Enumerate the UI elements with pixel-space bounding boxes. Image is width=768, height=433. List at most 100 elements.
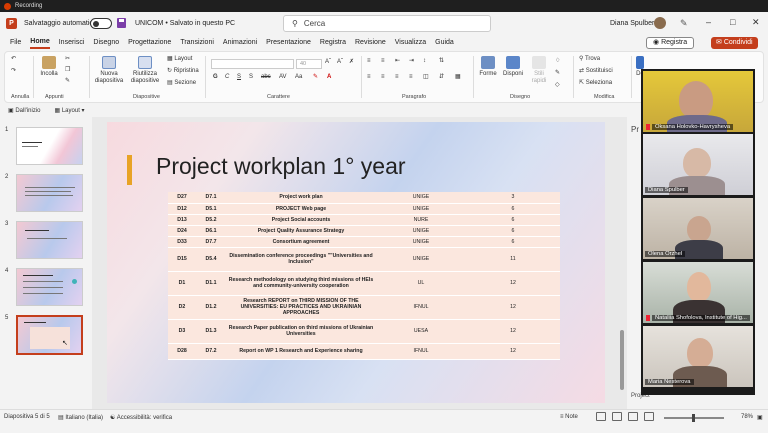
arrange-button[interactable]: Disponi — [501, 56, 525, 78]
section-button[interactable]: ▤ Sezione — [167, 80, 196, 87]
tab-insert[interactable]: Inserisci — [59, 39, 85, 48]
layout-button[interactable]: ▦ Layout — [167, 56, 192, 63]
tab-transitions[interactable]: Transizioni — [180, 39, 214, 48]
participant-tile[interactable]: Nataliia Shofolova, Institute of Hig... — [643, 262, 753, 323]
line-spacing-icon[interactable]: ↕ — [423, 58, 426, 65]
shapes-button[interactable]: Forme — [477, 56, 499, 78]
highlight-icon[interactable]: ✎ — [313, 74, 318, 81]
tab-help[interactable]: Guida — [435, 39, 454, 48]
slide-thumb-5[interactable]: ↖ — [16, 315, 83, 355]
font-color-icon[interactable]: A — [327, 74, 331, 81]
increase-indent-icon[interactable]: ⇥ — [409, 58, 414, 65]
slide-thumb-2[interactable] — [16, 174, 83, 212]
slide-thumb-1[interactable] — [16, 127, 83, 165]
redo-icon[interactable]: ↷ — [11, 68, 16, 75]
reuse-slides-button[interactable]: Riutilizza diapositive — [127, 56, 163, 85]
from-start-button[interactable]: ▣ Dall'inizio — [8, 107, 41, 114]
tab-draw[interactable]: Disegno — [93, 39, 119, 48]
participant-tile[interactable]: Oksana Holovko-Havrysheva — [643, 71, 753, 132]
tab-file[interactable]: File — [10, 39, 21, 48]
font-family-select[interactable] — [211, 59, 294, 69]
decrease-font-icon[interactable]: Aˇ — [337, 59, 343, 66]
format-painter-icon[interactable]: ✎ — [65, 78, 70, 85]
select-button[interactable]: ⇱ Seleziona — [579, 80, 612, 87]
change-case-icon[interactable]: Aa — [295, 74, 302, 81]
workplan-table[interactable]: D27 D7.1 Project work plan UNIGE 3 D12 D5.1 PRO… — [168, 192, 560, 360]
table-row[interactable]: D33 D7.7 Consortium agreement UNIGE 6 — [168, 236, 560, 248]
fit-slide-icon[interactable]: ▣ — [757, 414, 763, 421]
bold-icon[interactable]: G — [213, 74, 218, 81]
align-center-icon[interactable]: ≡ — [381, 74, 385, 81]
tab-record[interactable]: Registra — [320, 39, 346, 48]
save-icon[interactable] — [117, 18, 126, 28]
minimize-icon[interactable]: – — [706, 17, 711, 27]
table-row[interactable]: D28 D7.2 Report on WP 1 Research and Exper… — [168, 343, 560, 360]
table-row[interactable]: D3 D1.3 Research Paper publication on thir… — [168, 319, 560, 344]
underline-icon[interactable]: S — [237, 74, 241, 81]
participant-tile[interactable]: Olena Orzhel — [643, 198, 753, 259]
table-row[interactable]: D24 D6.1 Project Quality Assurance Strateg… — [168, 225, 560, 237]
undo-icon[interactable]: ↶ — [11, 56, 16, 63]
char-spacing-icon[interactable]: AV — [279, 74, 287, 81]
align-left-icon[interactable]: ≡ — [367, 74, 371, 81]
search-box[interactable]: ⚲ Cerca — [283, 15, 491, 32]
language-status[interactable]: ▤ Italiano (Italia) — [58, 414, 103, 421]
pen-icon[interactable]: ✎ — [680, 18, 688, 29]
slideshow-view-icon[interactable] — [644, 412, 654, 421]
reading-view-icon[interactable] — [628, 412, 638, 421]
quick-styles-button[interactable]: Stili rapidi — [527, 56, 551, 85]
reset-button[interactable]: ↻ Ripristina — [167, 68, 199, 75]
italic-icon[interactable]: C — [225, 74, 229, 81]
font-size-select[interactable]: 40 — [296, 59, 322, 69]
decrease-indent-icon[interactable]: ⇤ — [395, 58, 400, 65]
maximize-icon[interactable]: □ — [730, 17, 735, 27]
table-row[interactable]: D15 D5.4 Dissemination conference proceedi… — [168, 247, 560, 272]
shape-outline-icon[interactable]: ✎ — [555, 70, 560, 77]
new-slide-button[interactable]: Nuova diapositiva — [93, 56, 125, 85]
shape-fill-icon[interactable]: ♢ — [555, 58, 560, 65]
find-button[interactable]: ⚲ Trova — [579, 56, 600, 63]
justify-icon[interactable]: ≡ — [409, 74, 413, 81]
table-row[interactable]: D12 D5.1 PROJECT Web page UNIGE 6 — [168, 203, 560, 215]
table-row[interactable]: D1 D1.1 Research methodology on studying t… — [168, 271, 560, 296]
slide-thumb-3[interactable] — [16, 221, 83, 259]
avatar[interactable] — [654, 17, 666, 29]
increase-font-icon[interactable]: Aˆ — [325, 59, 331, 66]
cut-icon[interactable]: ✂ — [65, 56, 70, 63]
text-direction-icon[interactable]: ⇅ — [439, 58, 444, 65]
shape-effects-icon[interactable]: ◇ — [555, 82, 560, 89]
layout-quick-button[interactable]: ▦ Layout ▾ — [55, 107, 85, 114]
close-icon[interactable]: ✕ — [752, 17, 760, 28]
table-row[interactable]: D2 D1.2 Research REPORT on THIRD MISSION O… — [168, 295, 560, 320]
slide-title[interactable]: Project workplan 1° year — [156, 153, 406, 180]
zoom-slider[interactable] — [664, 414, 724, 422]
strikethrough-icon[interactable]: abc — [261, 74, 271, 81]
paste-button[interactable]: Incolla — [37, 56, 61, 78]
replace-button[interactable]: ⇄ Sostituisci — [579, 68, 613, 75]
participant-tile[interactable]: Maria Nesterova — [643, 326, 753, 387]
bullets-icon[interactable]: ≡ — [367, 58, 371, 65]
tab-animations[interactable]: Animazioni — [223, 39, 257, 48]
record-button[interactable]: ◉ Registra — [646, 37, 695, 49]
notes-button[interactable]: ≡ Note — [560, 414, 578, 420]
smartart-icon[interactable]: ▦ — [455, 74, 461, 81]
numbering-icon[interactable]: ≡ — [381, 58, 385, 65]
align-text-icon[interactable]: ⇵ — [439, 74, 444, 81]
align-right-icon[interactable]: ≡ — [395, 74, 399, 81]
autosave-toggle[interactable] — [90, 18, 112, 29]
share-button[interactable]: ✉ Condividi — [711, 37, 758, 49]
columns-icon[interactable]: ◫ — [423, 74, 429, 81]
table-row[interactable]: D13 D5.2 Project Social accounts NURE 6 — [168, 214, 560, 226]
user-name[interactable]: Diana Spulber — [610, 20, 654, 27]
shadow-icon[interactable]: S — [249, 74, 253, 81]
accessibility-status[interactable]: ☯ Accessibilità: verifica — [110, 414, 172, 421]
clear-format-icon[interactable]: ✗ — [349, 59, 354, 66]
normal-view-icon[interactable] — [596, 412, 606, 421]
zoom-level[interactable]: 78% — [741, 414, 753, 420]
tab-slideshow[interactable]: Presentazione — [266, 39, 311, 48]
slide-thumb-4[interactable] — [16, 268, 83, 306]
tab-view[interactable]: Visualizza — [395, 39, 426, 48]
tab-review[interactable]: Revisione — [355, 39, 386, 48]
participant-tile[interactable]: Diana Spulber — [643, 134, 753, 195]
document-title[interactable]: UNICOM • Salvato in questo PC — [135, 20, 235, 27]
